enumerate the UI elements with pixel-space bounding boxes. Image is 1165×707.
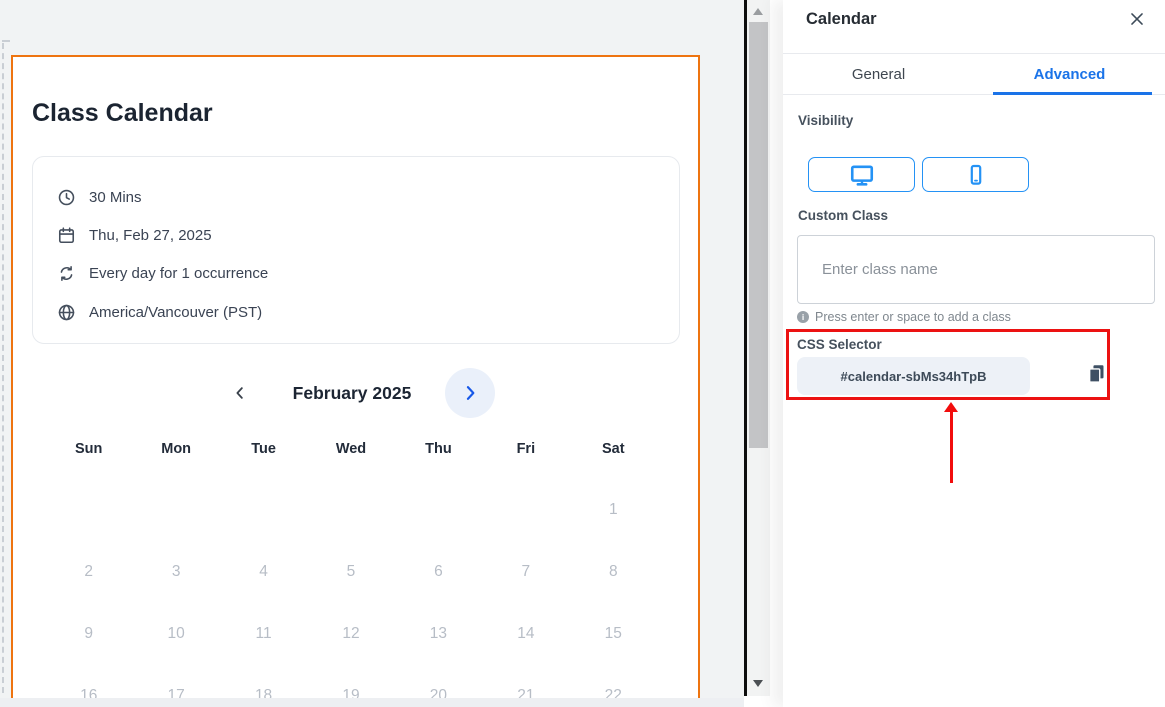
info-icon: i	[797, 311, 809, 323]
weekday-label: Tue	[220, 441, 307, 463]
copy-icon	[1086, 363, 1107, 384]
date-cell	[132, 479, 219, 541]
date-cell: 18	[220, 665, 307, 698]
annotation-highlight-box: CSS Selector #calendar-sbMs34hTpB	[786, 329, 1110, 400]
widget-title: Class Calendar	[32, 99, 213, 128]
date-cell: 6	[395, 541, 482, 603]
date-cell: 15	[570, 603, 657, 665]
calendar-icon	[57, 226, 76, 245]
date-cell: 1	[570, 479, 657, 541]
desktop-icon	[849, 162, 875, 188]
preview-bottom-strip	[0, 698, 744, 707]
date-cell: 21	[482, 665, 569, 698]
weekday-label: Mon	[132, 441, 219, 463]
date-cell	[220, 479, 307, 541]
page-preview: Class Calendar 30 Mins Thu, Feb 27, 2025…	[0, 0, 744, 707]
date-cell: 8	[570, 541, 657, 603]
tab-advanced[interactable]: Advanced	[974, 54, 1165, 94]
date-cell: 20	[395, 665, 482, 698]
clock-icon	[57, 188, 76, 207]
date-cell: 4	[220, 541, 307, 603]
weekday-label: Wed	[307, 441, 394, 463]
hint-text: Press enter or space to add a class	[815, 310, 1011, 324]
visibility-label: Visibility	[798, 113, 853, 128]
date-grid: 1 2 3 4 5 6 7 8 9 10 11 12 13 14	[45, 479, 657, 698]
date-cell: 17	[132, 665, 219, 698]
date-row-week3: 9 10 11 12 13 14 15	[45, 603, 657, 665]
timezone-row: America/Vancouver (PST)	[57, 301, 262, 323]
date-cell	[45, 479, 132, 541]
date-cell: 10	[132, 603, 219, 665]
annotation-arrow-line	[950, 411, 953, 483]
tab-general[interactable]: General	[783, 54, 974, 94]
screen: Class Calendar 30 Mins Thu, Feb 27, 2025…	[0, 0, 1165, 707]
close-panel-button[interactable]	[1126, 8, 1148, 30]
settings-panel: Calendar General Advanced Visibility Cus…	[783, 0, 1165, 707]
copy-selector-button[interactable]	[1086, 362, 1108, 384]
month-label: February 2025	[262, 381, 442, 405]
date-cell: 12	[307, 603, 394, 665]
date-cell: 9	[45, 603, 132, 665]
timezone-text: America/Vancouver (PST)	[89, 304, 262, 321]
close-icon	[1126, 8, 1148, 30]
scroll-down-arrow-icon[interactable]	[753, 680, 763, 687]
scroll-up-arrow-icon[interactable]	[753, 8, 763, 15]
panel-tabbar: General Advanced	[783, 53, 1165, 95]
date-row-week1: 1	[45, 479, 657, 541]
date-cell	[307, 479, 394, 541]
date-cell: 5	[307, 541, 394, 603]
event-info-card: 30 Mins Thu, Feb 27, 2025 Every day for …	[32, 156, 680, 344]
desktop-visibility-button[interactable]	[808, 157, 915, 192]
weekday-label: Sat	[570, 441, 657, 463]
globe-icon	[57, 303, 76, 322]
custom-class-hint: i Press enter or space to add a class	[797, 310, 1011, 324]
duration-text: 30 Mins	[89, 189, 142, 206]
mobile-icon	[964, 163, 988, 187]
date-cell: 14	[482, 603, 569, 665]
repeat-icon	[57, 264, 76, 283]
date-cell	[395, 479, 482, 541]
date-text: Thu, Feb 27, 2025	[89, 227, 212, 244]
visibility-buttons	[808, 157, 1029, 192]
weekday-label: Thu	[395, 441, 482, 463]
tab-advanced-label: Advanced	[1034, 66, 1106, 83]
layout-guide-dash	[2, 40, 10, 42]
duration-row: 30 Mins	[57, 186, 142, 208]
css-selector-value: #calendar-sbMs34hTpB	[841, 369, 987, 384]
layout-guide-dash	[2, 43, 4, 693]
scrollbar-thumb[interactable]	[749, 22, 768, 448]
prev-month-button[interactable]	[226, 379, 254, 407]
date-cell: 22	[570, 665, 657, 698]
weekday-label: Sun	[45, 441, 132, 463]
mobile-visibility-button[interactable]	[922, 157, 1029, 192]
weekday-header-row: Sun Mon Tue Wed Thu Fri Sat	[45, 441, 657, 463]
recurrence-row: Every day for 1 occurrence	[57, 262, 268, 284]
chevron-right-icon	[460, 382, 480, 404]
date-cell: 13	[395, 603, 482, 665]
date-cell: 2	[45, 541, 132, 603]
tab-general-label: General	[852, 66, 905, 83]
weekday-label: Fri	[482, 441, 569, 463]
calendar-widget-selected[interactable]: Class Calendar 30 Mins Thu, Feb 27, 2025…	[11, 55, 700, 698]
custom-class-input[interactable]	[797, 235, 1155, 304]
date-row-week4: 16 17 18 19 20 21 22	[45, 665, 657, 698]
next-month-button[interactable]	[445, 368, 495, 418]
date-cell: 19	[307, 665, 394, 698]
panel-title: Calendar	[806, 10, 877, 29]
custom-class-label: Custom Class	[798, 208, 888, 223]
date-cell	[482, 479, 569, 541]
css-selector-value-pill[interactable]: #calendar-sbMs34hTpB	[797, 357, 1030, 395]
preview-scrollbar[interactable]	[747, 0, 770, 696]
date-cell: 16	[45, 665, 132, 698]
date-row-week2: 2 3 4 5 6 7 8	[45, 541, 657, 603]
date-cell: 3	[132, 541, 219, 603]
css-selector-label: CSS Selector	[797, 337, 882, 352]
chevron-left-icon	[231, 383, 249, 403]
recurrence-text: Every day for 1 occurrence	[89, 265, 268, 282]
annotation-arrow-head	[944, 402, 958, 412]
active-tab-underline	[993, 92, 1152, 95]
date-row: Thu, Feb 27, 2025	[57, 224, 212, 246]
date-cell: 11	[220, 603, 307, 665]
date-cell: 7	[482, 541, 569, 603]
